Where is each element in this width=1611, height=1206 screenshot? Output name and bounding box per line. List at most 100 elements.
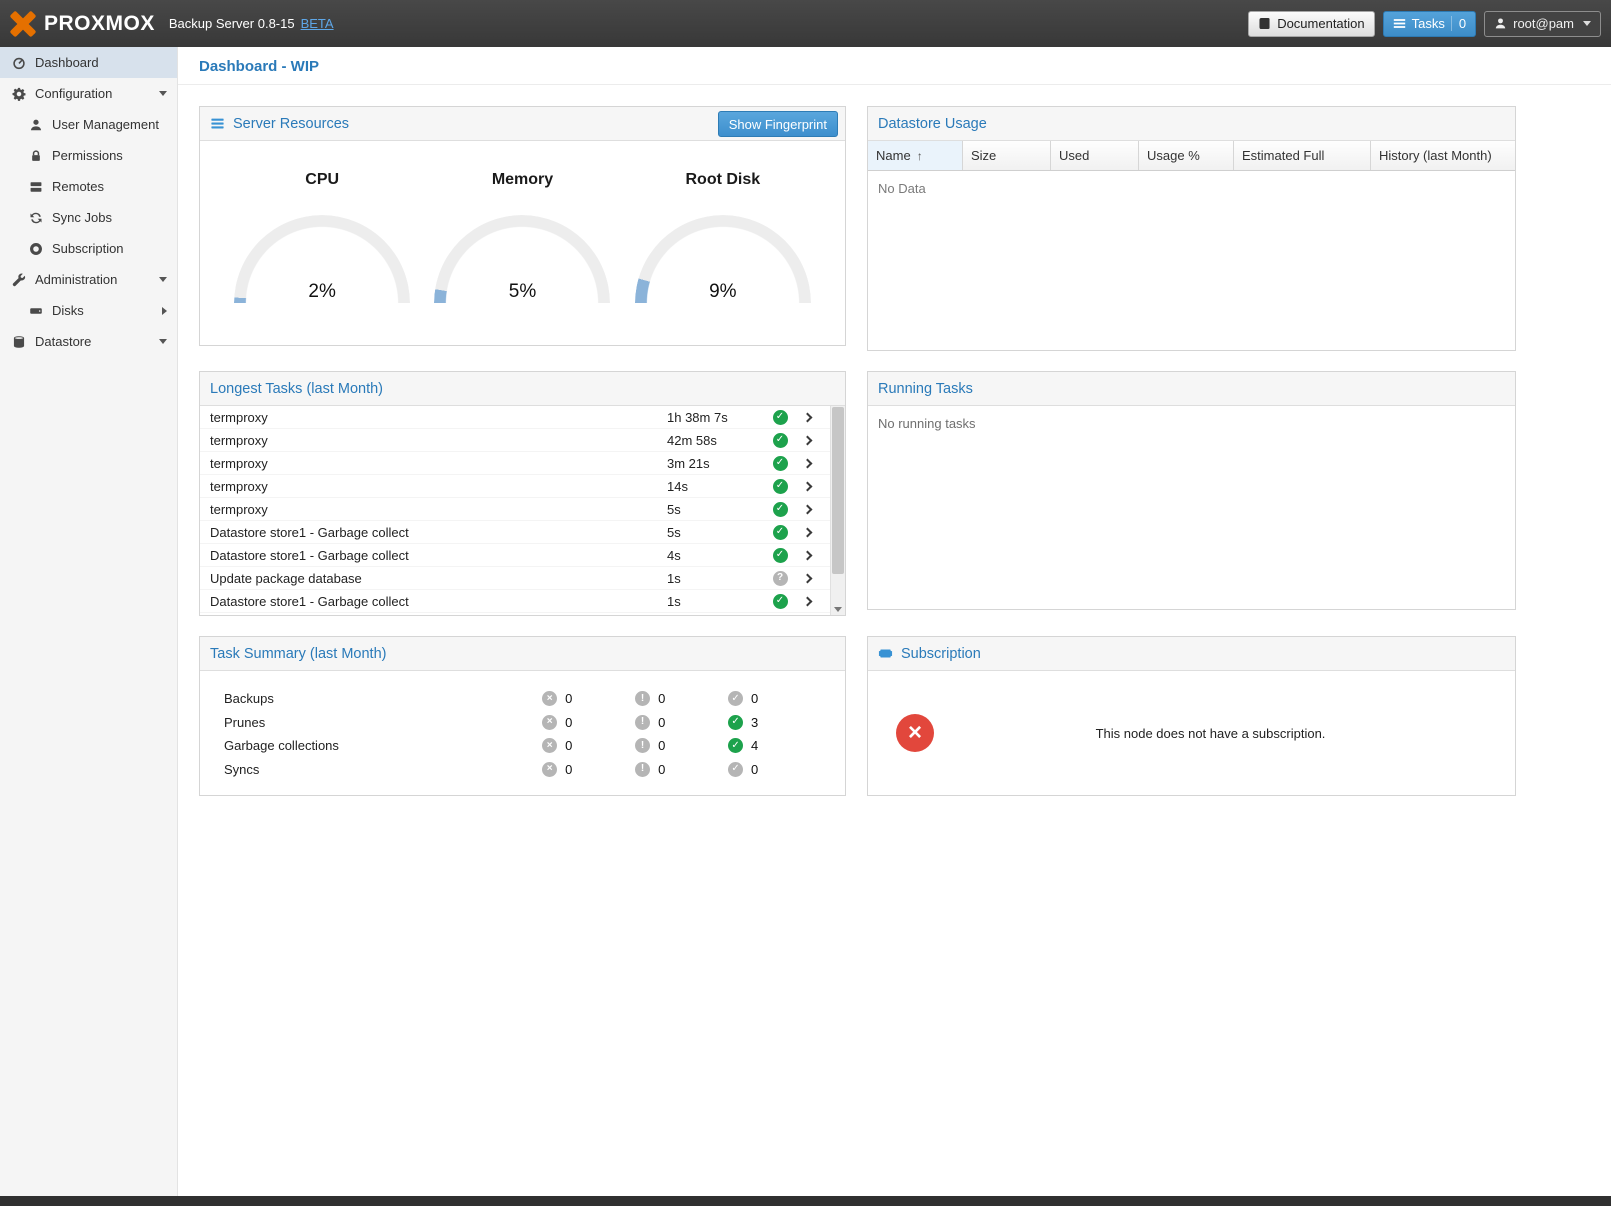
warning-status-icon: ! — [635, 715, 650, 730]
task-duration: 42m 58s — [667, 433, 765, 448]
show-fingerprint-button[interactable]: Show Fingerprint — [718, 111, 838, 137]
open-task-chevron-icon[interactable] — [795, 506, 819, 513]
sidebar-item-subscription[interactable]: Subscription — [0, 233, 177, 264]
logo-text: PROXMOX — [44, 12, 155, 36]
chevron-down-icon[interactable] — [159, 91, 167, 96]
ok-status-icon: ✓ — [728, 691, 743, 706]
task-name: termproxy — [210, 456, 667, 471]
chevron-down-icon[interactable] — [159, 277, 167, 282]
sidebar-item-administration[interactable]: Administration — [0, 264, 177, 295]
panel-title: Task Summary (last Month) — [210, 646, 386, 662]
ok-cell: ✓0 — [728, 762, 821, 777]
task-summary-row-backups[interactable]: Backups×0!0✓0 — [224, 687, 821, 711]
column-label: Usage % — [1147, 148, 1200, 163]
user-label: root@pam — [1513, 16, 1574, 31]
sidebar-item-datastore[interactable]: Datastore — [0, 326, 177, 357]
column-header-size[interactable]: Size — [963, 141, 1051, 170]
gauge-value: 5% — [434, 281, 610, 303]
panel-title: Datastore Usage — [878, 116, 987, 132]
sidebar-item-configuration[interactable]: Configuration — [0, 78, 177, 109]
beta-link[interactable]: BETA — [301, 16, 334, 31]
task-row[interactable]: Datastore store1 - Garbage collect5s✓ — [200, 521, 845, 544]
ok-cell: ✓0 — [728, 691, 821, 706]
sidebar: DashboardConfiguration User Management Per… — [0, 47, 178, 1196]
column-header-estimated-full[interactable]: Estimated Full — [1234, 141, 1371, 170]
task-row[interactable]: Datastore store1 - Garbage collect4s✓ — [200, 544, 845, 567]
task-name: termproxy — [210, 433, 667, 448]
longest-tasks-panel: Longest Tasks (last Month) termproxy1h 3… — [199, 371, 846, 616]
dashboard-icon — [10, 56, 27, 70]
task-status-ok-icon: ✓ — [765, 456, 795, 471]
scrollbar[interactable] — [830, 406, 845, 615]
task-type-label: Syncs — [224, 762, 542, 777]
warning-cell: !0 — [635, 762, 728, 777]
open-task-chevron-icon[interactable] — [795, 437, 819, 444]
task-row[interactable]: Update package database1s? — [200, 567, 845, 590]
open-task-chevron-icon[interactable] — [795, 483, 819, 490]
open-task-chevron-icon[interactable] — [795, 414, 819, 421]
open-task-chevron-icon[interactable] — [795, 575, 819, 582]
task-row[interactable]: Datastore store1 - Garbage collect1s✓ — [200, 590, 845, 613]
documentation-button[interactable]: Documentation — [1248, 11, 1374, 37]
column-header-history-last-month[interactable]: History (last Month) — [1371, 141, 1515, 170]
lock-icon — [27, 149, 44, 163]
error-status-icon: × — [542, 691, 557, 706]
task-status-ok-icon: ✓ — [765, 410, 795, 425]
sidebar-item-permissions[interactable]: Permissions — [0, 140, 177, 171]
sidebar-item-label: User Management — [52, 117, 159, 132]
task-duration: 1s — [667, 594, 765, 609]
open-task-chevron-icon[interactable] — [795, 598, 819, 605]
user-menu-button[interactable]: root@pam — [1484, 11, 1601, 37]
datastore-usage-empty-text: No Data — [868, 171, 1515, 206]
datastore-usage-header: Datastore Usage — [868, 107, 1515, 141]
task-summary-row-syncs[interactable]: Syncs× 0!0✓0 — [224, 758, 821, 782]
task-row[interactable]: termproxy3m 21s✓ — [200, 452, 845, 475]
server-bars-icon — [210, 116, 225, 131]
sidebar-item-sync-jobs[interactable]: Sync Jobs — [0, 202, 177, 233]
task-summary-header: Task Summary (last Month) — [200, 637, 845, 671]
task-row[interactable]: termproxy42m 58s✓ — [200, 429, 845, 452]
tasks-button[interactable]: Tasks 0 — [1383, 11, 1476, 37]
panel-title: Server Resources — [233, 116, 349, 132]
task-summary-row-prunes[interactable]: Prunes×0!0✓3 — [224, 711, 821, 735]
open-task-chevron-icon[interactable] — [795, 529, 819, 536]
open-task-chevron-icon[interactable] — [795, 552, 819, 559]
sidebar-item-disks[interactable]: Disks — [0, 295, 177, 326]
task-type-label: Prunes — [224, 715, 542, 730]
error-status-icon: × — [542, 762, 557, 777]
warning-cell: !0 — [635, 738, 728, 753]
task-name: Datastore store1 - Garbage collect — [210, 525, 667, 540]
tasks-label: Tasks — [1412, 16, 1445, 31]
proxmox-x-icon — [10, 11, 36, 37]
error-cell: ×0 — [542, 738, 635, 753]
task-duration: 5s — [667, 502, 765, 517]
column-header-name[interactable]: Name↑ — [868, 141, 963, 170]
sidebar-item-remotes[interactable]: Remotes — [0, 171, 177, 202]
tasks-count-badge: 0 — [1451, 16, 1466, 31]
open-task-chevron-icon[interactable] — [795, 460, 819, 467]
chevron-right-icon[interactable] — [162, 307, 167, 315]
scrollbar-down-arrow-icon[interactable] — [834, 607, 842, 612]
sidebar-item-label: Permissions — [52, 148, 123, 163]
sidebar-item-label: Remotes — [52, 179, 104, 194]
task-name: termproxy — [210, 410, 667, 425]
column-header-used[interactable]: Used — [1051, 141, 1139, 170]
task-name: Datastore store1 - Garbage collect — [210, 594, 667, 609]
warning-status-icon: ! — [635, 691, 650, 706]
task-summary-row-garbage-collections[interactable]: Garbage collections×0!0✓4 — [224, 734, 821, 758]
scrollbar-thumb[interactable] — [832, 407, 844, 574]
warning-count: 0 — [658, 691, 665, 706]
column-header-usage[interactable]: Usage % — [1139, 141, 1234, 170]
chevron-down-icon[interactable] — [159, 339, 167, 344]
task-row[interactable]: termproxy1h 38m 7s✓ — [200, 406, 845, 429]
task-duration: 1s — [667, 571, 765, 586]
task-row[interactable]: termproxy5s✓ — [200, 498, 845, 521]
sidebar-item-user-management[interactable]: User Management — [0, 109, 177, 140]
column-label: History (last Month) — [1379, 148, 1492, 163]
subscription-body: × This node does not have a subscription… — [868, 671, 1515, 795]
task-row[interactable]: termproxy14s✓ — [200, 475, 845, 498]
task-status-ok-icon: ✓ — [765, 502, 795, 517]
warning-count: 0 — [658, 762, 665, 777]
user-icon — [27, 118, 44, 132]
sidebar-item-dashboard[interactable]: Dashboard — [0, 47, 177, 78]
